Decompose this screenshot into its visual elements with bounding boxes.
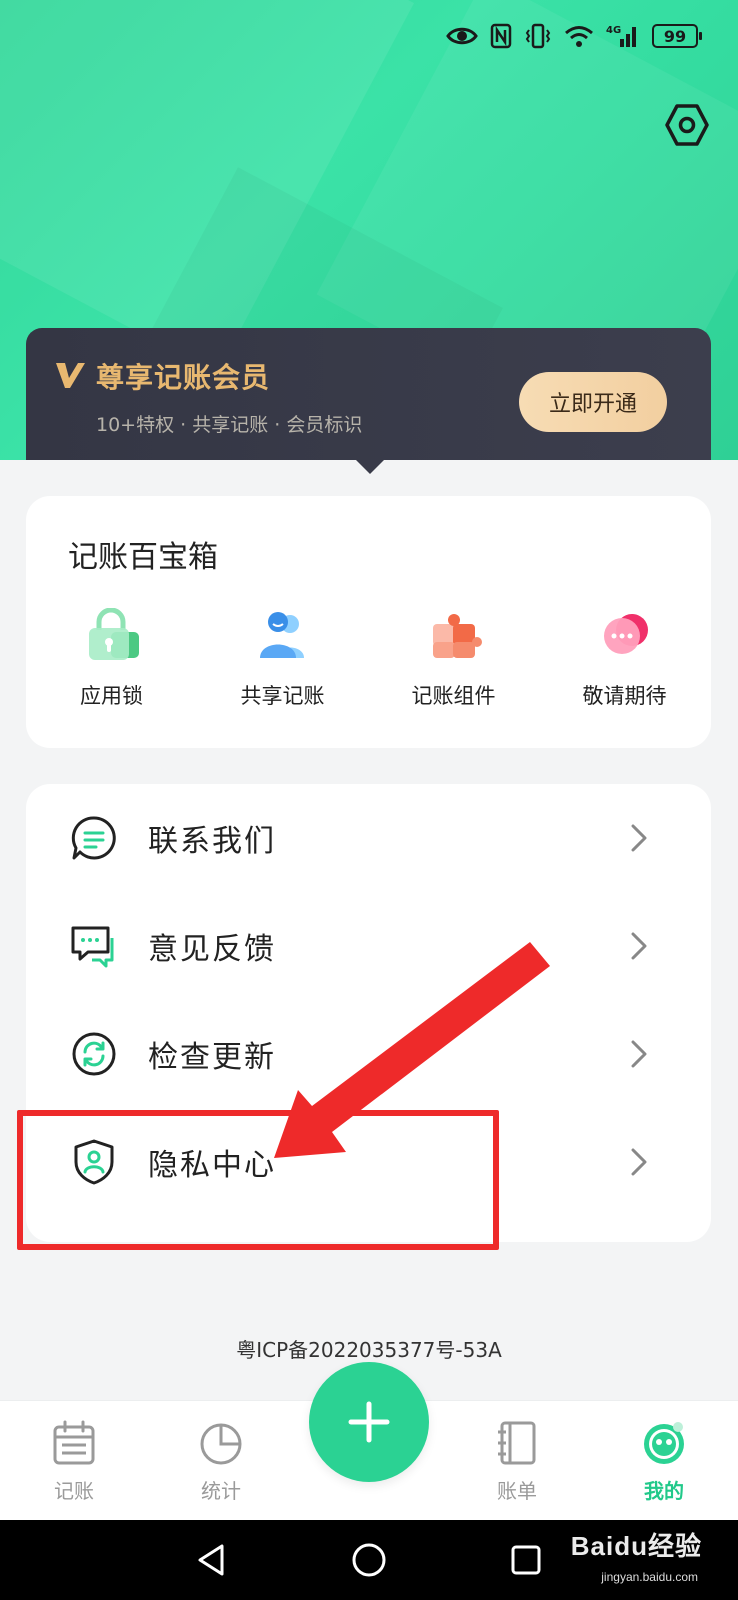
app-lock-icon (88, 607, 139, 660)
battery-icon: 99 (652, 24, 702, 48)
tab-label: 记账 (54, 1479, 94, 1503)
baidu-watermark-url: jingyan.baidu.com (601, 1570, 698, 1584)
back-triangle-icon[interactable] (192, 1540, 232, 1580)
status-bar: 4G 99 (446, 18, 702, 54)
menu-item-privacy-center[interactable]: 隐私中心 (26, 1108, 711, 1216)
tool-shared-bookkeeping[interactable]: 共享记账 (197, 608, 368, 710)
feedback-icon (71, 926, 114, 968)
nfc-icon (490, 23, 512, 49)
vip-title: 尊享记账会员 (96, 362, 271, 393)
activate-vip-button[interactable]: 立即开通 (519, 372, 667, 432)
plus-icon (348, 1401, 390, 1443)
menu-item-label: 隐私中心 (148, 1148, 276, 1183)
vip-membership-card[interactable]: 尊享记账会员 10+特权 · 共享记账 · 会员标识 立即开通 (26, 328, 711, 474)
tab-bookkeeping[interactable]: 记账 (24, 1419, 124, 1504)
tool-label: 记账组件 (411, 684, 496, 708)
recents-square-icon[interactable] (506, 1540, 546, 1580)
privacy-shield-icon (74, 1139, 114, 1185)
settings-hexagon-icon[interactable] (664, 102, 710, 148)
tab-label: 我的 (644, 1479, 684, 1503)
tool-widget[interactable]: 记账组件 (368, 608, 539, 710)
chat-bubble-icon (71, 816, 116, 860)
home-circle-icon[interactable] (349, 1540, 389, 1580)
vip-benefits: 10+特权 · 共享记账 · 会员标识 (96, 414, 363, 436)
widget-puzzle-icon (432, 614, 482, 658)
calendar-icon (53, 1420, 95, 1465)
tab-mine[interactable]: 我的 (614, 1419, 714, 1504)
notebook-icon (498, 1421, 536, 1465)
toolbox-card: 记账百宝箱 应用锁 共享记账 记账组件 敬请期待 (26, 496, 711, 748)
tab-statistics[interactable]: 统计 (171, 1419, 271, 1504)
menu-item-feedback[interactable]: 意见反馈 (26, 892, 711, 1000)
baidu-watermark: Baidu经验 (570, 1531, 702, 1561)
signal-icon: 4G (606, 25, 636, 47)
chevron-right-icon (631, 1040, 647, 1068)
tool-label: 敬请期待 (582, 684, 667, 708)
tab-label: 统计 (201, 1479, 241, 1503)
vip-v-logo-icon (56, 363, 85, 388)
tool-label: 共享记账 (240, 684, 325, 708)
chevron-right-icon (631, 824, 647, 852)
menu-item-contact-us[interactable]: 联系我们 (26, 784, 711, 892)
menu-item-check-update[interactable]: 检查更新 (26, 1000, 711, 1108)
svg-text:4G: 4G (606, 25, 621, 36)
tool-coming-soon[interactable]: 敬请期待 (539, 608, 710, 710)
tab-label: 账单 (497, 1479, 537, 1503)
card-pointer (356, 460, 384, 474)
menu-item-label: 检查更新 (148, 1040, 276, 1075)
icp-license-text: 粤ICP备2022035377号-53A (236, 1338, 502, 1362)
menu-item-label: 意见反馈 (148, 932, 276, 967)
toolbox-title: 记账百宝箱 (68, 540, 218, 575)
wifi-icon (565, 26, 593, 47)
chevron-right-icon (631, 1148, 647, 1176)
coming-soon-chat-icon (603, 614, 648, 654)
smiley-icon (644, 1422, 684, 1464)
vibrate-icon (525, 23, 551, 49)
tab-bills[interactable]: 账单 (467, 1419, 567, 1504)
toolbox-grid: 应用锁 共享记账 记账组件 敬请期待 (26, 607, 711, 710)
settings-menu-card: 联系我们 意见反馈 检查更新 隐私中心 (26, 784, 711, 1242)
refresh-icon (72, 1032, 116, 1076)
eye-icon (446, 27, 478, 45)
pie-chart-icon (200, 1423, 242, 1465)
tool-app-lock[interactable]: 应用锁 (26, 607, 197, 710)
menu-item-label: 联系我们 (148, 824, 276, 859)
shared-bookkeeping-icon (259, 612, 304, 658)
add-record-button[interactable] (309, 1362, 429, 1482)
tool-label: 应用锁 (80, 684, 143, 708)
chevron-right-icon (631, 932, 647, 960)
